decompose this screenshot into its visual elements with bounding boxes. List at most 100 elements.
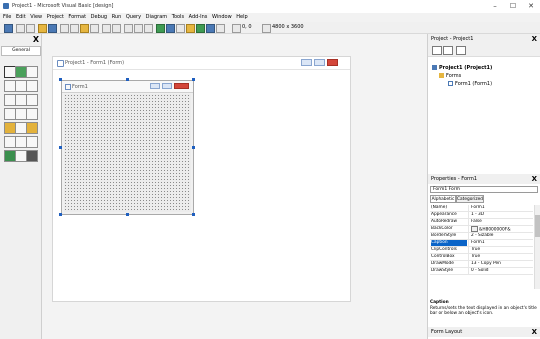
- properties-panel: Properties - Form1 X Form1 Form Alphabet…: [427, 174, 540, 339]
- form-layout-icon[interactable]: [176, 24, 185, 33]
- property-row-selected[interactable]: Caption Form1: [430, 240, 533, 247]
- form1-title-bar: Form1: [62, 81, 193, 93]
- form-layout-close-button[interactable]: X: [532, 327, 537, 337]
- property-row[interactable]: BackColor &H8000000F&: [430, 226, 533, 234]
- resize-handle-top-right[interactable]: [192, 78, 195, 81]
- tree-forms-folder[interactable]: Forms: [439, 73, 461, 79]
- menu-project[interactable]: Project: [47, 13, 64, 22]
- start-icon[interactable]: [124, 24, 133, 33]
- scrollbar-thumb[interactable]: [535, 215, 540, 237]
- resize-handle-top-left[interactable]: [59, 78, 62, 81]
- resize-handle-bottom[interactable]: [126, 213, 129, 216]
- property-row[interactable]: ClipControls True: [430, 247, 533, 254]
- menu-format[interactable]: Format: [68, 13, 86, 22]
- tree-form1[interactable]: Form1 (Form1): [448, 81, 492, 87]
- vscrollbar-tool-icon[interactable]: [26, 108, 38, 120]
- view-code-icon[interactable]: [432, 46, 442, 55]
- object-browser-icon[interactable]: [186, 24, 195, 33]
- save-project-icon[interactable]: [48, 24, 57, 33]
- find-icon[interactable]: [90, 24, 99, 33]
- property-row[interactable]: BorderStyle 2 - Sizable: [430, 233, 533, 240]
- menu-query[interactable]: Query: [126, 13, 141, 22]
- properties-title: Properties - Form1: [431, 176, 478, 182]
- ole-tool-icon[interactable]: [26, 150, 38, 162]
- menu-editor-icon[interactable]: [26, 24, 35, 33]
- toggle-folders-icon[interactable]: [456, 46, 466, 55]
- form-layout-title-bar: Form Layout X: [428, 327, 540, 337]
- form-icon: [448, 81, 453, 86]
- undo-icon[interactable]: [102, 24, 111, 33]
- menu-edit[interactable]: Edit: [16, 13, 26, 22]
- menu-tools[interactable]: Tools: [172, 13, 184, 22]
- dirlistbox-tool-icon[interactable]: [26, 122, 38, 134]
- project-explorer-toolbar: [428, 44, 540, 57]
- property-row[interactable]: DrawMode 13 - Copy Pen: [430, 261, 533, 268]
- redo-icon[interactable]: [112, 24, 121, 33]
- form1-maximize-button: [162, 83, 172, 89]
- toolbox-general-tab[interactable]: General: [1, 46, 41, 56]
- project-explorer-icon[interactable]: [156, 24, 165, 33]
- properties-close-button[interactable]: X: [532, 174, 537, 184]
- form-window-icon: [57, 60, 64, 67]
- menu-debug[interactable]: Debug: [91, 13, 107, 22]
- add-form-icon[interactable]: [16, 24, 25, 33]
- add-project-icon[interactable]: [4, 24, 13, 33]
- property-row[interactable]: DrawStyle 0 - Solid: [430, 268, 533, 275]
- vb-app-icon: [3, 3, 9, 9]
- menu-view[interactable]: View: [30, 13, 42, 22]
- line-tool-icon[interactable]: [26, 136, 38, 148]
- designer-maximize-button[interactable]: [314, 59, 325, 66]
- properties-window-icon[interactable]: [166, 24, 175, 33]
- project-icon: [432, 65, 437, 70]
- component-manager-icon[interactable]: [216, 24, 225, 33]
- menu-diagram[interactable]: Diagram: [146, 13, 167, 22]
- project-explorer-close-button[interactable]: X: [532, 34, 537, 44]
- designer-close-button[interactable]: [327, 59, 338, 66]
- toolbox-icon[interactable]: [196, 24, 205, 33]
- resize-handle-left[interactable]: [59, 146, 62, 149]
- toolbox-panel: X General: [0, 34, 42, 339]
- object-selector[interactable]: Form1 Form: [430, 186, 538, 193]
- size-icon: [262, 24, 271, 33]
- window-title: Project1 - Microsoft Visual Basic [desig…: [12, 3, 114, 9]
- menu-help[interactable]: Help: [236, 13, 247, 22]
- label-tool-icon[interactable]: [26, 66, 38, 78]
- resize-handle-bottom-left[interactable]: [59, 213, 62, 216]
- property-description: Caption Returns/sets the text displayed …: [430, 300, 538, 326]
- data-view-icon[interactable]: [206, 24, 215, 33]
- end-icon[interactable]: [144, 24, 153, 33]
- copy-icon[interactable]: [70, 24, 79, 33]
- designer-minimize-button[interactable]: [301, 59, 312, 66]
- maximize-button[interactable]: ☐: [506, 1, 520, 11]
- minimize-button[interactable]: –: [488, 1, 502, 11]
- resize-handle-right[interactable]: [192, 146, 195, 149]
- property-row[interactable]: (Name) Form1: [430, 205, 533, 212]
- paste-icon[interactable]: [80, 24, 89, 33]
- properties-scrollbar[interactable]: [534, 205, 540, 289]
- resize-handle-bottom-right[interactable]: [192, 213, 195, 216]
- property-row[interactable]: AutoRedraw False: [430, 219, 533, 226]
- close-window-button[interactable]: ✕: [524, 1, 538, 11]
- open-project-icon[interactable]: [38, 24, 47, 33]
- property-row[interactable]: ControlBox True: [430, 254, 533, 261]
- position-icon: [232, 24, 241, 33]
- menu-run[interactable]: Run: [112, 13, 122, 22]
- form1-grid[interactable]: [64, 94, 191, 212]
- color-swatch-icon: [471, 226, 478, 232]
- menu-window[interactable]: Window: [212, 13, 232, 22]
- cut-icon[interactable]: [60, 24, 69, 33]
- tab-alphabetic[interactable]: Alphabetic: [430, 195, 456, 203]
- position-readout: 0, 0: [242, 24, 252, 30]
- combobox-tool-icon[interactable]: [26, 94, 38, 106]
- resize-handle-top[interactable]: [126, 78, 129, 81]
- form1-design-surface[interactable]: Form1: [61, 80, 194, 215]
- commandbutton-tool-icon[interactable]: [26, 80, 38, 92]
- toolbox-close-button[interactable]: X: [33, 36, 39, 44]
- view-object-icon[interactable]: [443, 46, 453, 55]
- tab-categorized[interactable]: Categorized: [456, 195, 484, 203]
- property-row[interactable]: Appearance 1 - 3D: [430, 212, 533, 219]
- break-icon[interactable]: [134, 24, 143, 33]
- menu-add-ins[interactable]: Add-Ins: [189, 13, 208, 22]
- tree-project1[interactable]: Project1 (Project1): [432, 65, 492, 71]
- menu-file[interactable]: File: [3, 13, 11, 22]
